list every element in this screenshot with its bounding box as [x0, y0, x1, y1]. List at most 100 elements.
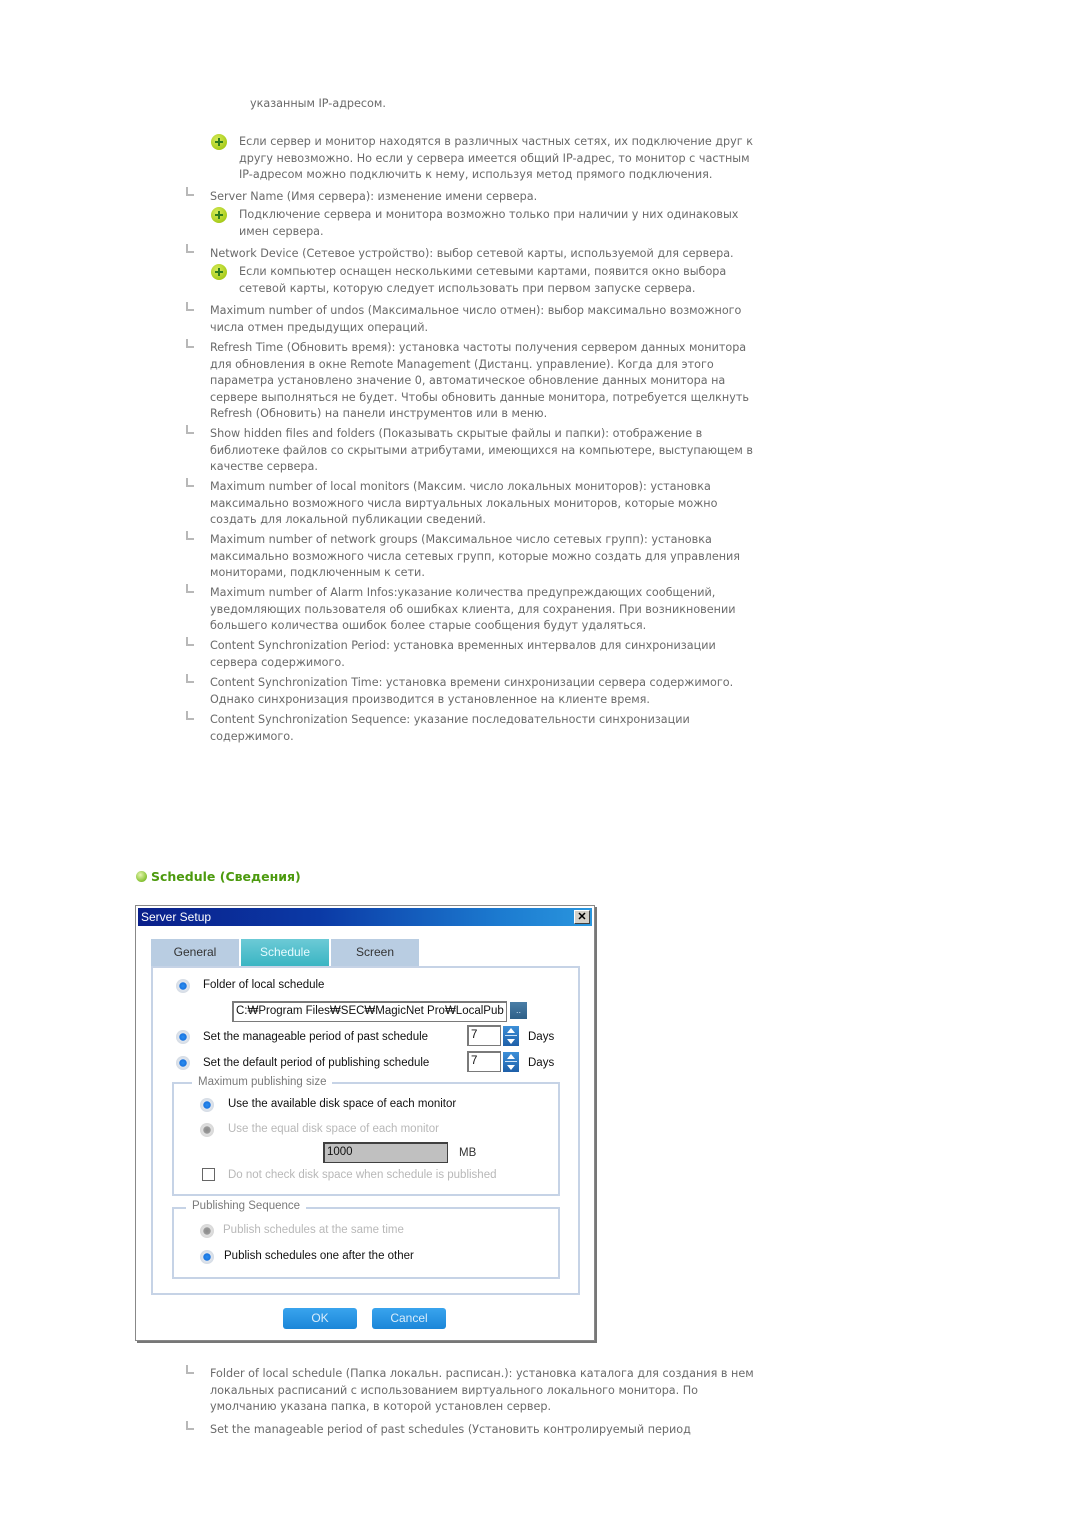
bullet-item: Network Device (Сетевое устройство): выб… [210, 246, 734, 263]
no-check-disk-label: Do not check disk space when schedule is… [228, 1169, 497, 1181]
text-line: Folder of local schedule (Папка локальн.… [210, 1367, 754, 1380]
past-period-input[interactable]: 7 [467, 1025, 501, 1046]
publishing-sequence-group [172, 1207, 560, 1279]
bullet-item: Content Synchronization Time: установка … [210, 675, 733, 708]
cancel-button[interactable]: Cancel [372, 1308, 446, 1329]
bullet-icon [186, 339, 194, 348]
plus-note-icon [211, 264, 227, 280]
bullet-icon [186, 1365, 194, 1374]
default-period-label: Set the default period of publishing sch… [203, 1057, 430, 1069]
bullet-item: Content Synchronization Period: установк… [210, 638, 716, 671]
text-line: IP-адресом можно подключить к нему, испо… [239, 168, 713, 181]
text-line: большего количества ошибок более старые … [210, 619, 647, 632]
server-setup-dialog: Server Setup ✕ General Schedule Screen F… [135, 905, 595, 1341]
text-line: максимально возможного числа сетевых гру… [210, 549, 741, 563]
bullet-item: Maximum number of network groups (Максим… [210, 532, 740, 582]
dialog-titlebar[interactable]: Server Setup ✕ [138, 908, 592, 926]
spin-separator [505, 1035, 517, 1036]
text-line: Content Synchronization Period: установк… [210, 639, 716, 652]
text-line: Maximum number of local monitors (Максим… [210, 480, 711, 493]
bullet-item: Maximum number of undos (Максимальное чи… [210, 303, 741, 336]
text-line: другу невозможно. Но если у сервера имее… [239, 151, 750, 165]
equal-space-label: Use the equal disk space of each monitor [228, 1123, 439, 1135]
text-line: Maximum number of undos (Максимальное чи… [210, 304, 742, 317]
text-line: Content Synchronization Sequence: указан… [210, 713, 690, 726]
text-line: качестве сервера. [210, 460, 318, 473]
spin-down-icon[interactable] [507, 1039, 515, 1044]
bullet-item: Maximum number of local monitors (Максим… [210, 479, 717, 529]
text-line: максимально возможного числа виртуальных… [210, 496, 718, 510]
text-line: Set the manageable period of past schedu… [210, 1423, 691, 1436]
one-after-other-radio[interactable] [200, 1250, 214, 1264]
spin-up-icon[interactable] [507, 1054, 515, 1059]
text-line: Подключение сервера и монитора возможно … [239, 208, 739, 221]
spin-down-icon[interactable] [507, 1065, 515, 1070]
bullet-item: Content Synchronization Sequence: указан… [210, 712, 690, 745]
no-check-disk-checkbox[interactable] [202, 1168, 215, 1181]
bullet-item: Refresh Time (Обновить время): установка… [210, 340, 749, 423]
default-period-input[interactable]: 7 [467, 1051, 501, 1072]
browse-folder-button[interactable]: .. [510, 1002, 527, 1019]
bullet-item: Server Name (Имя сервера): изменение име… [210, 189, 537, 206]
ok-button[interactable]: OK [283, 1308, 357, 1329]
bullet-icon [186, 478, 194, 487]
bullet-icon [186, 302, 194, 311]
text-line: Если сервер и монитор находятся в различ… [239, 135, 753, 148]
section-heading-bullet-icon [136, 871, 147, 882]
default-period-radio[interactable] [176, 1056, 190, 1070]
text-line: уведомляющих пользователя об ошибках кли… [210, 602, 736, 616]
publishing-sequence-title: Publishing Sequence [186, 1200, 307, 1212]
text-line: для обновления в окне Remote Management … [210, 357, 714, 371]
text-line: Network Device (Сетевое устройство): выб… [210, 247, 734, 260]
text-line: Maximum number of Alarm Infos:указание к… [210, 586, 716, 599]
bullet-icon [186, 425, 194, 434]
tab-screen[interactable]: Screen [331, 939, 419, 966]
continuation-text: указанным IP-адресом. [250, 96, 386, 113]
bullet-icon [186, 674, 194, 683]
text-line: сетевой карты, которую следует использов… [239, 281, 696, 295]
text-line: умолчанию указана папка, в которой устан… [210, 1400, 552, 1413]
equal-space-radio[interactable] [200, 1123, 214, 1137]
folder-path-input[interactable]: C:₩Program Files₩SEC₩MagicNet Pro₩LocalP… [232, 1001, 507, 1022]
tab-general[interactable]: General [151, 939, 239, 966]
text-line: имен сервера. [239, 224, 324, 238]
bullet-item: Maximum number of Alarm Infos:указание к… [210, 585, 736, 635]
section-heading: Schedule (Сведения) [151, 869, 301, 884]
equal-space-size-input[interactable]: 1000 [323, 1142, 448, 1163]
default-period-spinner[interactable] [503, 1052, 519, 1072]
text-line: сервере выполняться не будет. Чтобы обно… [210, 390, 749, 404]
bullet-item: Show hidden files and folders (Показыват… [210, 426, 753, 476]
past-period-radio[interactable] [176, 1030, 190, 1044]
text-line: параметра установлено значение 0, автома… [210, 374, 726, 387]
bullet-icon [186, 584, 194, 593]
one-after-other-label: Publish schedules one after the other [224, 1250, 414, 1262]
bullet-icon [186, 637, 194, 646]
default-period-unit: Days [528, 1057, 555, 1069]
text-line: Однако синхронизация производится в уста… [210, 692, 650, 706]
same-time-radio[interactable] [200, 1224, 214, 1238]
tab-schedule[interactable]: Schedule [241, 939, 329, 966]
text-line: локальных расписаний с использованием ви… [210, 1383, 699, 1397]
text-line: Maximum number of network groups (Максим… [210, 533, 712, 546]
size-unit-label: MB [459, 1147, 477, 1159]
text-line: Если компьютер оснащен несколькими сетев… [239, 265, 727, 278]
spin-separator [505, 1061, 517, 1062]
available-space-radio[interactable] [200, 1098, 214, 1112]
close-icon[interactable]: ✕ [574, 910, 590, 924]
note-item: Если сервер и монитор находятся в различ… [239, 134, 753, 184]
text-line: указанным IP-адресом. [250, 97, 386, 110]
note-item: Если компьютер оснащен несколькими сетев… [239, 264, 726, 297]
text-line: сервера содержимого. [210, 655, 345, 669]
max-publishing-size-title: Maximum publishing size [192, 1076, 333, 1088]
note-item: Подключение сервера и монитора возможно … [239, 207, 738, 240]
available-space-label: Use the available disk space of each mon… [228, 1098, 457, 1110]
text-line: Server Name (Имя сервера): изменение име… [210, 190, 538, 203]
text-line: Show hidden files and folders (Показыват… [210, 427, 703, 440]
spin-up-icon[interactable] [507, 1028, 515, 1033]
bullet-item: Set the manageable period of past schedu… [210, 1422, 691, 1439]
bullet-icon [186, 187, 194, 196]
text-line: Content Synchronization Time: установка … [210, 676, 734, 689]
past-period-spinner[interactable] [503, 1026, 519, 1046]
text-line: числа отмен предыдущих операций. [210, 320, 429, 334]
folder-radio[interactable] [176, 979, 190, 993]
